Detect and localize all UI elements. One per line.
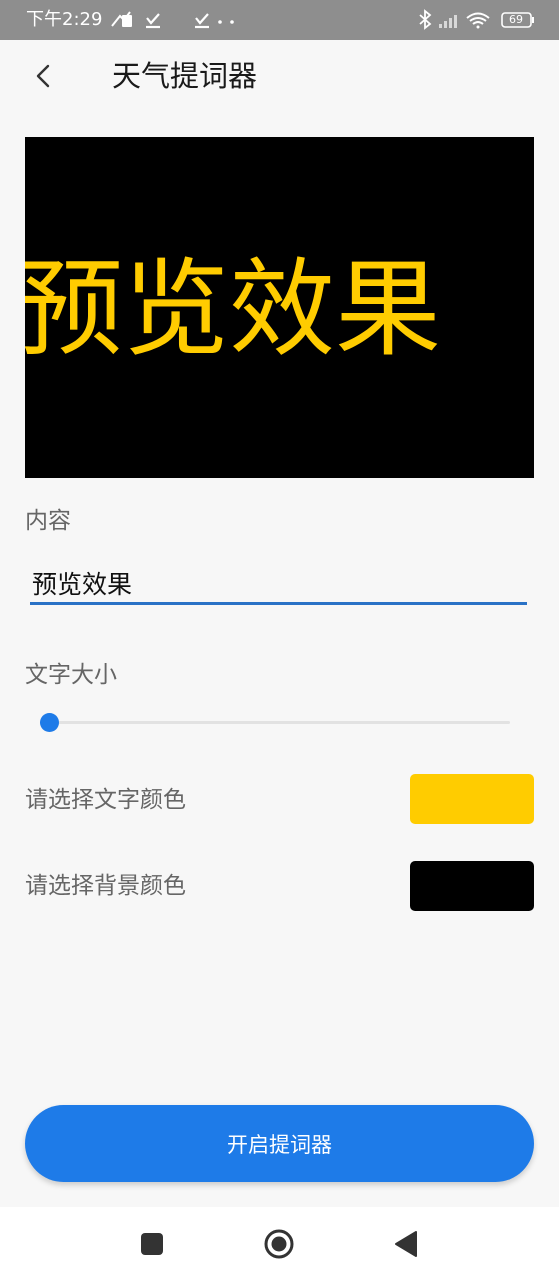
text-color-label: 请选择文字颜色 bbox=[25, 787, 186, 813]
text-color-swatch[interactable] bbox=[410, 774, 534, 824]
check-icon bbox=[195, 13, 209, 29]
wifi-icon bbox=[466, 12, 490, 29]
check-icon bbox=[146, 13, 160, 29]
status-icons-right: 69 bbox=[417, 8, 537, 32]
home-button[interactable] bbox=[263, 1228, 295, 1260]
bluetooth-icon bbox=[419, 9, 432, 30]
status-icons-left bbox=[111, 11, 234, 29]
font-size-label: 文字大小 bbox=[25, 662, 117, 688]
nav-back-button[interactable] bbox=[391, 1228, 423, 1260]
recents-square-icon bbox=[141, 1233, 163, 1255]
battery-icon: 69 bbox=[501, 12, 535, 28]
content-label: 内容 bbox=[25, 508, 71, 534]
preview-text: 预览效果 bbox=[25, 248, 441, 371]
recents-button[interactable] bbox=[136, 1228, 168, 1260]
signal-icon bbox=[439, 15, 457, 28]
slider-track bbox=[40, 721, 510, 724]
content-input[interactable] bbox=[30, 563, 527, 605]
system-nav-bar bbox=[0, 1207, 559, 1280]
app-bar: 天气提词器 bbox=[0, 40, 559, 112]
chevron-left-icon bbox=[36, 64, 50, 88]
home-circle-icon bbox=[264, 1229, 294, 1259]
font-size-slider[interactable] bbox=[40, 710, 510, 736]
preview-panel: 预览效果 bbox=[25, 137, 534, 478]
page-title: 天气提词器 bbox=[112, 59, 258, 93]
slider-thumb[interactable] bbox=[40, 713, 59, 732]
start-prompter-button[interactable]: 开启提词器 bbox=[25, 1105, 534, 1182]
more-dots-icon bbox=[218, 20, 234, 24]
usb-icon bbox=[111, 11, 132, 27]
status-bar: 下午2:29 69 bbox=[0, 0, 559, 40]
back-triangle-icon bbox=[395, 1231, 417, 1257]
battery-level: 69 bbox=[509, 13, 523, 26]
background-color-label: 请选择背景颜色 bbox=[25, 873, 186, 899]
status-time: 下午2:29 bbox=[26, 9, 103, 30]
back-button[interactable] bbox=[24, 56, 64, 96]
background-color-swatch[interactable] bbox=[410, 861, 534, 911]
